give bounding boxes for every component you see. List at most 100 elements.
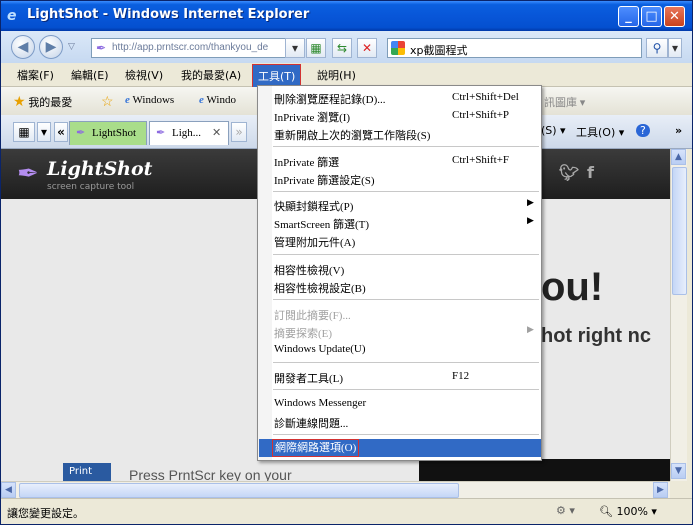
zoom-value: 100% <box>616 505 648 518</box>
lightshot-logo[interactable]: LightShot <box>47 158 152 180</box>
facebook-icon[interactable]: f <box>587 163 594 182</box>
menu-item-label: 快顯封鎖程式(P) <box>274 201 354 213</box>
menu-file[interactable]: 檔案(F) <box>17 67 54 83</box>
menu-item-manage-addons[interactable]: 管理附加元件(A) <box>259 232 541 250</box>
scroll-tabs-right-icon[interactable]: » <box>231 122 247 142</box>
menu-item-reopen-session[interactable]: 重新開啟上次的瀏覽工作階段(S) <box>259 125 541 143</box>
zoom-icon: 🔍︎ <box>599 505 613 518</box>
back-button[interactable]: ◀ <box>11 35 35 59</box>
tab-feather-icon: ✒ <box>156 127 166 139</box>
horizontal-scroll-thumb[interactable] <box>19 483 459 498</box>
menu-separator <box>273 434 539 435</box>
ie-page-icon: e <box>199 94 204 106</box>
menu-item-compat-view-settings[interactable]: 相容性檢視設定(B) <box>259 278 541 296</box>
horizontal-scrollbar[interactable]: ◀ ▶ <box>1 481 670 498</box>
zoom-level[interactable]: 🔍︎ 100% ▾ <box>599 505 657 518</box>
menu-item-inprivate-browsing[interactable]: InPrivate 瀏覽(I) Ctrl+Shift+P <box>259 107 541 125</box>
tools-dropdown-menu: 刪除瀏覽歷程記錄(D)... Ctrl+Shift+Del InPrivate … <box>257 85 542 461</box>
forward-button[interactable]: ▶ <box>39 35 63 59</box>
favorites-button[interactable]: ★ 我的最愛 <box>13 94 72 111</box>
close-button[interactable]: ✕ <box>664 6 685 27</box>
menu-item-diagnose-connection[interactable]: 診斷連線問題... <box>259 413 541 431</box>
add-favorites-icon[interactable]: ☆ <box>101 94 114 111</box>
tab-lightshot-2[interactable]: ✒ Ligh... ✕ <box>149 121 229 145</box>
menu-separator <box>273 389 539 390</box>
thank-you-subtitle: hot right nc <box>541 325 651 347</box>
menu-item-popup-blocker[interactable]: 快顯封鎖程式(P) ▶ <box>259 196 541 214</box>
tab-list-button[interactable]: ▾ <box>37 122 51 142</box>
tab-lightshot[interactable]: ✒ LightShot <box>69 121 147 145</box>
menu-bar: 檔案(F) 編輯(E) 檢視(V) 我的最愛(A) 工具(T) 說明(H) <box>1 63 692 88</box>
tab-feather-icon: ✒ <box>76 127 86 139</box>
menu-item-inprivate-filter-settings[interactable]: InPrivate 篩選設定(S) <box>259 170 541 188</box>
press-key-text: Press PrntScr key on your <box>129 467 292 481</box>
menu-item-label: 訂閱此摘要(F)... <box>274 310 351 322</box>
compat-view-icon[interactable]: ▦ <box>306 38 326 58</box>
menu-item-shortcut: Ctrl+Shift+F <box>452 154 510 166</box>
quick-tabs-icon[interactable]: ▦ <box>13 122 35 142</box>
scroll-left-icon[interactable]: ◀ <box>1 482 16 498</box>
scroll-down-icon[interactable]: ▼ <box>671 463 686 479</box>
scroll-up-icon[interactable]: ▲ <box>671 149 686 165</box>
back-arrow-icon: ◀ <box>17 39 29 55</box>
search-input[interactable]: xp截圖程式 <box>387 38 642 58</box>
menu-item-subscribe-feed: 訂閱此摘要(F)... <box>259 305 541 323</box>
menu-item-label: 刪除瀏覽歷程記錄(D)... <box>274 94 386 106</box>
menu-favorites[interactable]: 我的最愛(A) <box>181 67 241 83</box>
submenu-arrow-icon: ▶ <box>527 215 534 225</box>
menu-item-label: 網際網路選項(O) <box>272 439 360 457</box>
protected-mode-icon[interactable]: ⚙ ▾ <box>556 504 575 517</box>
search-options-button[interactable]: ▾ <box>668 38 682 58</box>
favorites-label: 我的最愛 <box>28 97 73 109</box>
menu-separator <box>273 299 539 300</box>
menu-view[interactable]: 檢視(V) <box>125 67 163 83</box>
scroll-tabs-left-icon[interactable]: « <box>54 122 68 142</box>
search-value: xp截圖程式 <box>410 44 468 57</box>
search-icon: ⚲ <box>652 41 662 55</box>
tools-menu-button[interactable]: 工具(O) ▾ <box>576 124 624 140</box>
safety-menu[interactable]: (S) ▾ <box>541 124 566 137</box>
menu-help[interactable]: 說明(H) <box>317 67 356 83</box>
menu-item-label: InPrivate 篩選設定(S) <box>274 175 375 187</box>
menu-item-smartscreen[interactable]: SmartScreen 篩選(T) ▶ <box>259 214 541 232</box>
stop-icon[interactable]: ✕ <box>357 38 377 58</box>
status-bar: 讓您變更設定。 ⚙ ▾ 🔍︎ 100% ▾ <box>1 498 692 524</box>
favorite-link-windows[interactable]: e Windows <box>125 94 174 106</box>
menu-item-label: 相容性檢視設定(B) <box>274 283 366 295</box>
history-dropdown-icon[interactable]: ▽ <box>68 42 75 52</box>
lightshot-tagline: screen capture tool <box>47 182 135 192</box>
web-slice-gallery-link[interactable]: 訊圖庫 ▾ <box>544 94 585 110</box>
minimize-button[interactable]: _ <box>618 6 639 27</box>
search-button[interactable]: ⚲ <box>646 38 668 58</box>
address-url: http://app.prntscr.com/thankyou_de <box>112 42 269 53</box>
favorite-link-label: Windows <box>132 94 175 106</box>
more-tools-icon[interactable]: » <box>675 124 682 137</box>
ie-logo-icon: e <box>7 8 17 24</box>
vertical-scroll-thumb[interactable] <box>672 167 687 295</box>
menu-item-label: 摘要探索(E) <box>274 328 333 340</box>
print-key-graphic: Print <box>63 463 111 481</box>
maximize-button[interactable]: □ <box>641 6 662 27</box>
vertical-scrollbar[interactable]: ▲ ▼ <box>670 149 687 481</box>
menu-item-internet-options[interactable]: 網際網路選項(O) <box>259 439 541 457</box>
help-icon[interactable]: ? <box>636 124 650 137</box>
title-bar[interactable]: e LightShot - Windows Internet Explorer … <box>1 1 692 31</box>
menu-item-windows-messenger[interactable]: Windows Messenger <box>259 395 541 413</box>
address-dropdown-button[interactable]: ▾ <box>285 38 305 58</box>
twitter-icon[interactable]: 🐦︎ <box>559 163 579 182</box>
refresh-icon[interactable]: ⇆ <box>332 38 352 58</box>
address-input[interactable]: ✒ http://app.prntscr.com/thankyou_de <box>91 38 300 58</box>
menu-item-windows-update[interactable]: Windows Update(U) <box>259 341 541 359</box>
submenu-arrow-icon: ▶ <box>527 324 534 334</box>
menu-item-developer-tools[interactable]: 開發者工具(L) F12 <box>259 368 541 386</box>
favorite-link-windo[interactable]: e Windo <box>199 94 236 106</box>
menu-item-compat-view[interactable]: 相容性檢視(V) <box>259 260 541 278</box>
menu-item-inprivate-filter[interactable]: InPrivate 篩選 Ctrl+Shift+F <box>259 152 541 170</box>
tab-close-icon[interactable]: ✕ <box>212 126 221 139</box>
google-icon <box>391 41 405 55</box>
menu-item-delete-history[interactable]: 刪除瀏覽歷程記錄(D)... Ctrl+Shift+Del <box>259 89 541 107</box>
scroll-right-icon[interactable]: ▶ <box>653 482 668 498</box>
menu-edit[interactable]: 編輯(E) <box>71 67 109 83</box>
lightshot-feather-icon: ✒ <box>17 159 39 189</box>
menu-item-label: InPrivate 瀏覽(I) <box>274 112 351 124</box>
